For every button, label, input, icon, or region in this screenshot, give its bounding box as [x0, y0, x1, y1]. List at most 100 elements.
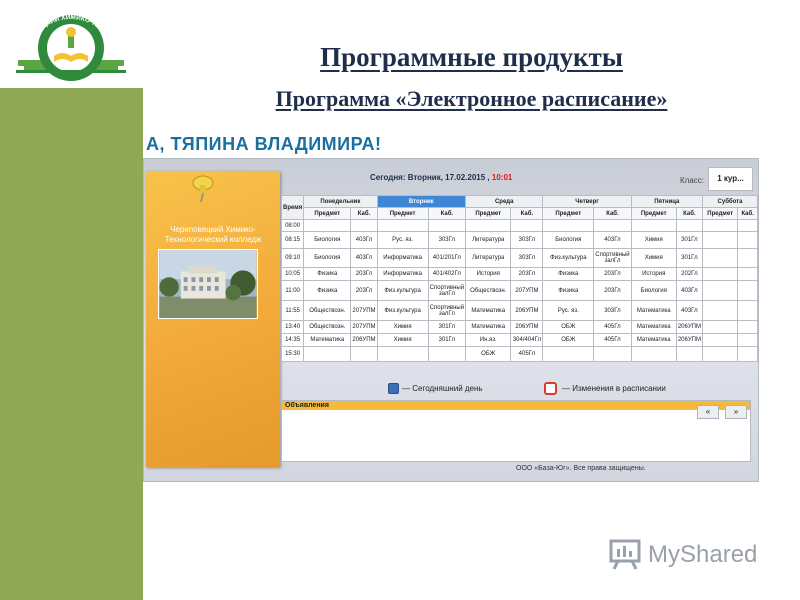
lesson-subject: Биология: [303, 248, 352, 268]
college-logo-emblem: ЧЕРЕПОВЕЦКИЙ ХИМИКО-ТЕХНОЛОГИЧЕСКИЙ КОЛЛ…: [6, 4, 126, 81]
lesson-room: 202Гл: [675, 267, 703, 281]
lesson-subject: Математика: [465, 300, 512, 321]
slide-sidebar: [0, 0, 143, 600]
lesson-time: 08:15: [280, 231, 305, 249]
lesson-subject: [701, 300, 739, 321]
schedule-row: 11:00 Физика 203Гл Физ.культура Спортивный з…: [280, 280, 758, 301]
current-date: Сегодня: Вторник, 17.02.2015 ,: [370, 173, 490, 182]
subject-column-header: Предмет: [630, 207, 677, 220]
lesson-room: 403Гл: [675, 280, 703, 301]
lesson-subject: Физика: [542, 267, 595, 281]
lesson-subject: Физика: [303, 280, 352, 301]
day-header: Понедельник: [303, 195, 378, 208]
lesson-subject: Химия: [630, 231, 677, 249]
lesson-room: 206УПМ: [350, 333, 378, 347]
lesson-room: [427, 346, 467, 362]
lesson-room: 403Гл: [593, 231, 632, 249]
lesson-room: 301Гл: [427, 320, 467, 334]
schedule-row: 15:30 ОБЖ 405Гл: [280, 346, 758, 362]
copyright-text: ООО «База-Юг». Все права защищены.: [516, 465, 646, 472]
lesson-room: [737, 346, 758, 362]
lesson-subject: Химия: [376, 333, 429, 347]
legend-today-label: — Сегодняшний день: [402, 384, 483, 393]
announcements-next-button[interactable]: »: [725, 405, 747, 419]
legend-changes-label: — Изменения в расписании: [562, 384, 666, 393]
lesson-room: 403Гл: [675, 300, 703, 321]
lesson-subject: Химия: [376, 320, 429, 334]
schedule-row: 10:05 Физика 203Гл Информатика 401/402Гл Исто…: [280, 267, 758, 281]
day-header: Четверг: [542, 195, 632, 208]
schedule-row: 08:00: [280, 219, 758, 232]
room-column-header: Каб.: [510, 207, 544, 220]
college-name: Череповецкий Химико- Технологический кол…: [146, 225, 280, 245]
lesson-room: 303Гл: [510, 231, 544, 249]
college-building-photo: [158, 249, 258, 319]
schedule-row: 11:55 Обществозн. 207УПМ Физ.культура Спорти…: [280, 300, 758, 321]
college-logo: ЧЕРЕПОВЕЦКИЙ ХИМИКО-ТЕХНОЛОГИЧЕСКИЙ КОЛЛ…: [0, 0, 143, 88]
college-name-line1: Череповецкий Химико-: [170, 225, 256, 234]
lesson-subject: [701, 248, 739, 268]
lesson-room: 403Гл: [350, 248, 378, 268]
lesson-room: [675, 219, 703, 232]
subject-column-header: Предмет: [465, 207, 512, 220]
day-header: Пятница: [630, 195, 703, 208]
slide-subtitle: Программа «Электронное расписание»: [275, 86, 668, 111]
lesson-room: [737, 219, 758, 232]
pushpin-icon: [192, 175, 214, 203]
greeting-text: А, ТЯПИНА ВЛАДИМИРА!: [146, 134, 382, 154]
lesson-subject: [376, 346, 429, 362]
lesson-time: 13:40: [280, 320, 305, 334]
college-banner: Череповецкий Химико- Технологический кол…: [146, 171, 280, 467]
lesson-subject: Математика: [465, 320, 512, 334]
room-column-header: Каб.: [737, 207, 758, 220]
lesson-room: 203Гл: [593, 267, 632, 281]
lesson-room: Спортивный залГл: [427, 300, 467, 321]
lesson-room: [350, 219, 378, 232]
lesson-subject: Биология: [542, 231, 595, 249]
lesson-subject: Информатика: [376, 267, 429, 281]
lesson-room: 203Гл: [593, 280, 632, 301]
lesson-room: [350, 346, 378, 362]
lesson-room: [737, 280, 758, 301]
lesson-room: 203Гл: [350, 267, 378, 281]
room-column-header: Каб.: [427, 207, 467, 220]
lesson-subject: [542, 219, 595, 232]
room-column-header: Каб.: [593, 207, 632, 220]
time-column-header: Время: [280, 195, 305, 220]
lesson-room: 405Гл: [593, 333, 632, 347]
schedule-row: 14:35 Математика 206УПМ Химия 301Гл Ин.яз. 304…: [280, 333, 758, 347]
lesson-room: [737, 267, 758, 281]
class-select[interactable]: 1 кур...: [708, 167, 753, 191]
current-date-line: Сегодня: Вторник, 17.02.2015 , 10:01: [370, 173, 512, 182]
lesson-subject: [701, 280, 739, 301]
lesson-subject: Математика: [630, 320, 677, 334]
lesson-room: 303Гл: [427, 231, 467, 249]
lesson-subject: [542, 346, 595, 362]
class-label: Класс:: [680, 176, 704, 185]
lesson-room: 206УПМ: [510, 320, 544, 334]
lesson-subject: Биология: [303, 231, 352, 249]
announcements-prev-button[interactable]: «: [697, 405, 719, 419]
lesson-subject: Рус. яз.: [542, 300, 595, 321]
lesson-subject: [701, 346, 739, 362]
lesson-subject: Биология: [630, 280, 677, 301]
lesson-subject: Литература: [465, 231, 512, 249]
lesson-subject: Физ.культура: [376, 300, 429, 321]
schedule-app-window: Череповецкий Химико- Технологический кол…: [143, 158, 759, 482]
lesson-room: [675, 346, 703, 362]
lesson-subject: Физика: [303, 267, 352, 281]
lesson-time: 14:35: [280, 333, 305, 347]
lesson-room: [593, 219, 632, 232]
lesson-room: Спортивный залГл: [593, 248, 632, 268]
lesson-subject: Обществозн.: [303, 320, 352, 334]
room-column-header: Каб.: [675, 207, 703, 220]
lesson-room: 206УПМ: [675, 333, 703, 347]
day-header: Среда: [465, 195, 544, 208]
lesson-room: [737, 300, 758, 321]
lesson-room: 207УПМ: [510, 280, 544, 301]
subject-column-header: Предмет: [376, 207, 429, 220]
lesson-subject: ОБЖ: [465, 346, 512, 362]
lesson-subject: Литература: [465, 248, 512, 268]
lesson-room: 303Гл: [510, 248, 544, 268]
lesson-room: [593, 346, 632, 362]
